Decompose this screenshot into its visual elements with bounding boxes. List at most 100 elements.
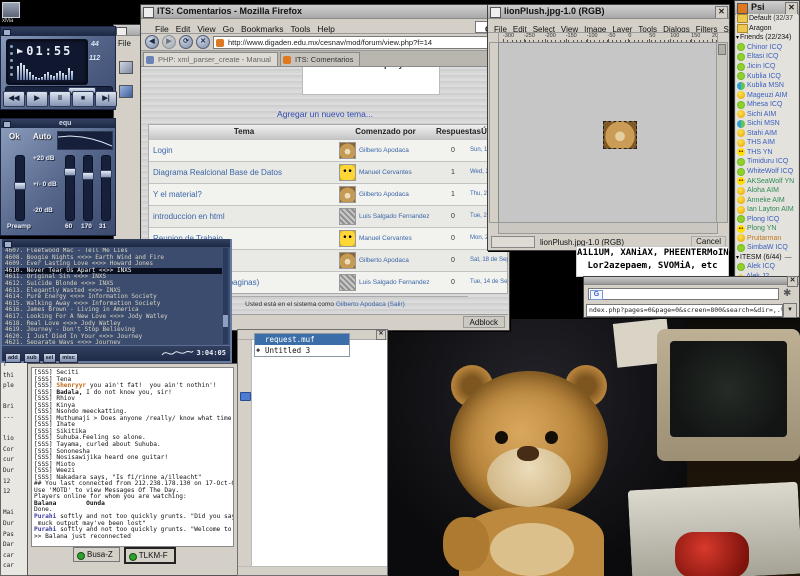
author-link[interactable]: Gilberto Apodaca bbox=[359, 184, 436, 205]
gimp-close-button[interactable]: ✕ bbox=[715, 6, 728, 19]
mini-browser-close-button[interactable]: ✕ bbox=[787, 276, 798, 287]
last-post-date[interactable]: Sat, 18 de Sep de 2004, 18:30 bbox=[470, 250, 503, 271]
topic-link[interactable]: introduccion en html bbox=[149, 206, 335, 227]
preamp-slider[interactable] bbox=[15, 155, 25, 221]
stop-button[interactable]: ■ bbox=[72, 91, 94, 107]
buddy-item[interactable]: Jicin ICQ bbox=[736, 62, 798, 72]
author-link[interactable]: Gilberto Apodaca bbox=[359, 140, 436, 161]
forward-button[interactable]: ▶ bbox=[162, 35, 176, 49]
playlist-scrollbar[interactable] bbox=[223, 248, 228, 344]
xmms-display[interactable]: ▶ -01:55 bbox=[6, 39, 88, 85]
editor-close-button[interactable]: ✕ bbox=[376, 330, 386, 340]
gimp-titlebar[interactable]: lionPlush.jpg-1.0 (RGB) ✕ bbox=[488, 5, 729, 19]
menu-tools[interactable]: Tools bbox=[291, 24, 311, 34]
eq-auto-button[interactable]: Auto bbox=[33, 132, 51, 141]
eq-band-slider-170[interactable] bbox=[83, 155, 93, 221]
buddy-item[interactable]: Sichi AIM bbox=[736, 109, 798, 119]
mini-browser-window[interactable]: ✕ G ✱ ndex.php?pages=0&page=0&screen=800… bbox=[583, 276, 800, 318]
folder-icon[interactable] bbox=[240, 392, 251, 401]
author-link[interactable]: Gilberto Apodaca bbox=[359, 250, 436, 271]
play-button[interactable]: ▶ bbox=[26, 91, 48, 107]
buddy-item[interactable]: Kublia ICQ bbox=[736, 71, 798, 81]
forum-row[interactable]: Diagrama Realcional Base de DatosManuel … bbox=[149, 161, 507, 183]
buddy-item[interactable]: AKSeaWolf YN bbox=[736, 176, 798, 186]
eq-band-handle[interactable] bbox=[82, 172, 94, 180]
playlist-track[interactable]: 4621. Separate Ways <<>> Journey bbox=[5, 340, 222, 344]
stop-button[interactable]: ✕ bbox=[196, 35, 210, 49]
psi-titlebar[interactable]: Psi ✕ bbox=[735, 1, 799, 15]
playlist-scrollbar-thumb[interactable] bbox=[223, 315, 228, 327]
buddy-item[interactable]: Chinor ICQ bbox=[736, 43, 798, 53]
topic-link[interactable]: Login bbox=[149, 140, 335, 161]
background-app-file-menu[interactable]: File bbox=[114, 36, 141, 48]
roster-group[interactable]: ▾Friends (22/234) bbox=[736, 33, 798, 43]
buddy-item[interactable]: Ian Layton AIM bbox=[736, 205, 798, 215]
next-button[interactable]: ▶| bbox=[95, 91, 117, 107]
address-dropdown-button[interactable]: ▼ bbox=[783, 303, 797, 318]
mini-search-input[interactable]: G bbox=[588, 288, 779, 300]
forum-row[interactable]: LoginGilberto Apodaca0Sun, 17 bbox=[149, 139, 507, 161]
xmms-equalizer-window[interactable]: equ Ok Auto +20 dB +/- 0 dB -20 dB Pream… bbox=[0, 118, 116, 236]
playlist-sub-button[interactable]: sub bbox=[24, 353, 40, 363]
buffer-item[interactable]: ◆Untitled 3 bbox=[255, 345, 349, 356]
eq-band-handle[interactable] bbox=[100, 170, 112, 178]
buddy-item[interactable]: Pruitarman bbox=[736, 234, 798, 244]
playlist-sel-button[interactable]: sel bbox=[43, 353, 57, 363]
gimp-canvas[interactable] bbox=[498, 42, 718, 223]
menu-view[interactable]: View bbox=[197, 24, 215, 34]
tab-busa-z[interactable]: Busa-Z bbox=[73, 547, 120, 562]
display-menu-dots[interactable] bbox=[10, 45, 13, 48]
tab-its-comentarios[interactable]: ITS: Comentarios bbox=[280, 52, 360, 66]
xmms-menu-button[interactable] bbox=[3, 29, 11, 36]
eq-on-button[interactable]: Ok bbox=[9, 132, 20, 141]
reload-button[interactable]: ⟳ bbox=[179, 35, 193, 49]
app-icon[interactable] bbox=[119, 85, 133, 98]
roster-group[interactable]: ▾ITESM (6/44)— bbox=[736, 253, 798, 263]
playlist-misc-button[interactable]: misc bbox=[59, 353, 78, 363]
xmms-titlebar[interactable] bbox=[1, 27, 115, 36]
settings-icon[interactable]: ✱ bbox=[783, 288, 795, 300]
playlist-titlebar[interactable] bbox=[2, 239, 230, 247]
xmms-playlist-window[interactable]: 4607. Fleetwood Mac - Tell Me Lies4608. … bbox=[0, 239, 232, 363]
author-link[interactable]: Luis Salgado Fernandez bbox=[359, 272, 436, 293]
back-button[interactable]: ◀ bbox=[145, 35, 159, 49]
topic-link[interactable]: Y el material? bbox=[149, 184, 335, 205]
buddy-item[interactable]: THS YN bbox=[736, 148, 798, 158]
playlist-add-button[interactable]: add bbox=[5, 353, 21, 363]
tab-php-manual[interactable]: PHP: xml_parser_create - Manual bbox=[143, 52, 278, 66]
prev-button[interactable]: ◀◀ bbox=[3, 91, 25, 107]
gimp-menu-scri[interactable]: Scri bbox=[724, 25, 729, 33]
forum-row[interactable]: Y el material?Gilberto Apodaca1Thu, 23 bbox=[149, 183, 507, 205]
buddy-item[interactable]: Aloha AIM bbox=[736, 186, 798, 196]
buddy-item[interactable]: Mhesa ICQ bbox=[736, 100, 798, 110]
buddy-item[interactable]: Timiduru ICQ bbox=[736, 157, 798, 167]
gimp-horizontal-scrollbar[interactable] bbox=[498, 222, 718, 234]
author-link[interactable]: Manuel Cervantes bbox=[359, 162, 436, 183]
menu-go[interactable]: Go bbox=[223, 24, 234, 34]
buddy-item[interactable]: WhiteWolf ICQ bbox=[736, 167, 798, 177]
eq-band-slider-60[interactable] bbox=[65, 155, 75, 221]
playlist-menu-button[interactable] bbox=[4, 241, 12, 248]
url-bar[interactable]: http://www.digaden.edu.mx/cesnav/mod/for… bbox=[213, 36, 505, 49]
eq-band-slider-310[interactable] bbox=[101, 155, 111, 221]
buddy-item[interactable]: Eltasi ICQ bbox=[736, 52, 798, 62]
roster-group[interactable]: Aragon bbox=[736, 24, 798, 34]
buddy-item[interactable]: Anneke AIM bbox=[736, 195, 798, 205]
session-user-link[interactable]: Gilberto Apodaca (Salir) bbox=[336, 301, 405, 308]
roster-group[interactable]: Default(32/37 bbox=[736, 14, 798, 24]
author-link[interactable]: Luis Salgado Fernandez bbox=[359, 206, 436, 227]
buddy-item[interactable]: Plong YN bbox=[736, 224, 798, 234]
new-topic-link[interactable]: Agregar un nuevo tema... bbox=[142, 109, 508, 119]
spectrum-analyzer[interactable] bbox=[17, 62, 83, 80]
psi-roster-window[interactable]: Psi ✕ Default(32/37Aragon▾Friends (22/23… bbox=[734, 0, 800, 289]
last-post-date[interactable]: Tue, 14 de Sep de 2004, 22:10 bbox=[470, 272, 503, 293]
equalizer-menu-button[interactable] bbox=[3, 121, 11, 128]
gimp-vertical-scrollbar[interactable] bbox=[716, 42, 728, 223]
buddy-item[interactable]: Alek ICQ bbox=[736, 262, 798, 272]
chat-text-area[interactable]: [SSS] Seciti[SSS] Tena[SSS] Shenryyr you… bbox=[31, 367, 234, 547]
menu-bookmarks[interactable]: Bookmarks bbox=[241, 24, 284, 34]
buffer-item[interactable]: request.muf bbox=[255, 334, 349, 345]
desktop-icon[interactable]: xMa bbox=[2, 2, 24, 28]
firefox-titlebar[interactable]: ITS: Comentarios - Mozilla Firefox bbox=[141, 5, 509, 19]
menu-edit[interactable]: Edit bbox=[176, 24, 191, 34]
